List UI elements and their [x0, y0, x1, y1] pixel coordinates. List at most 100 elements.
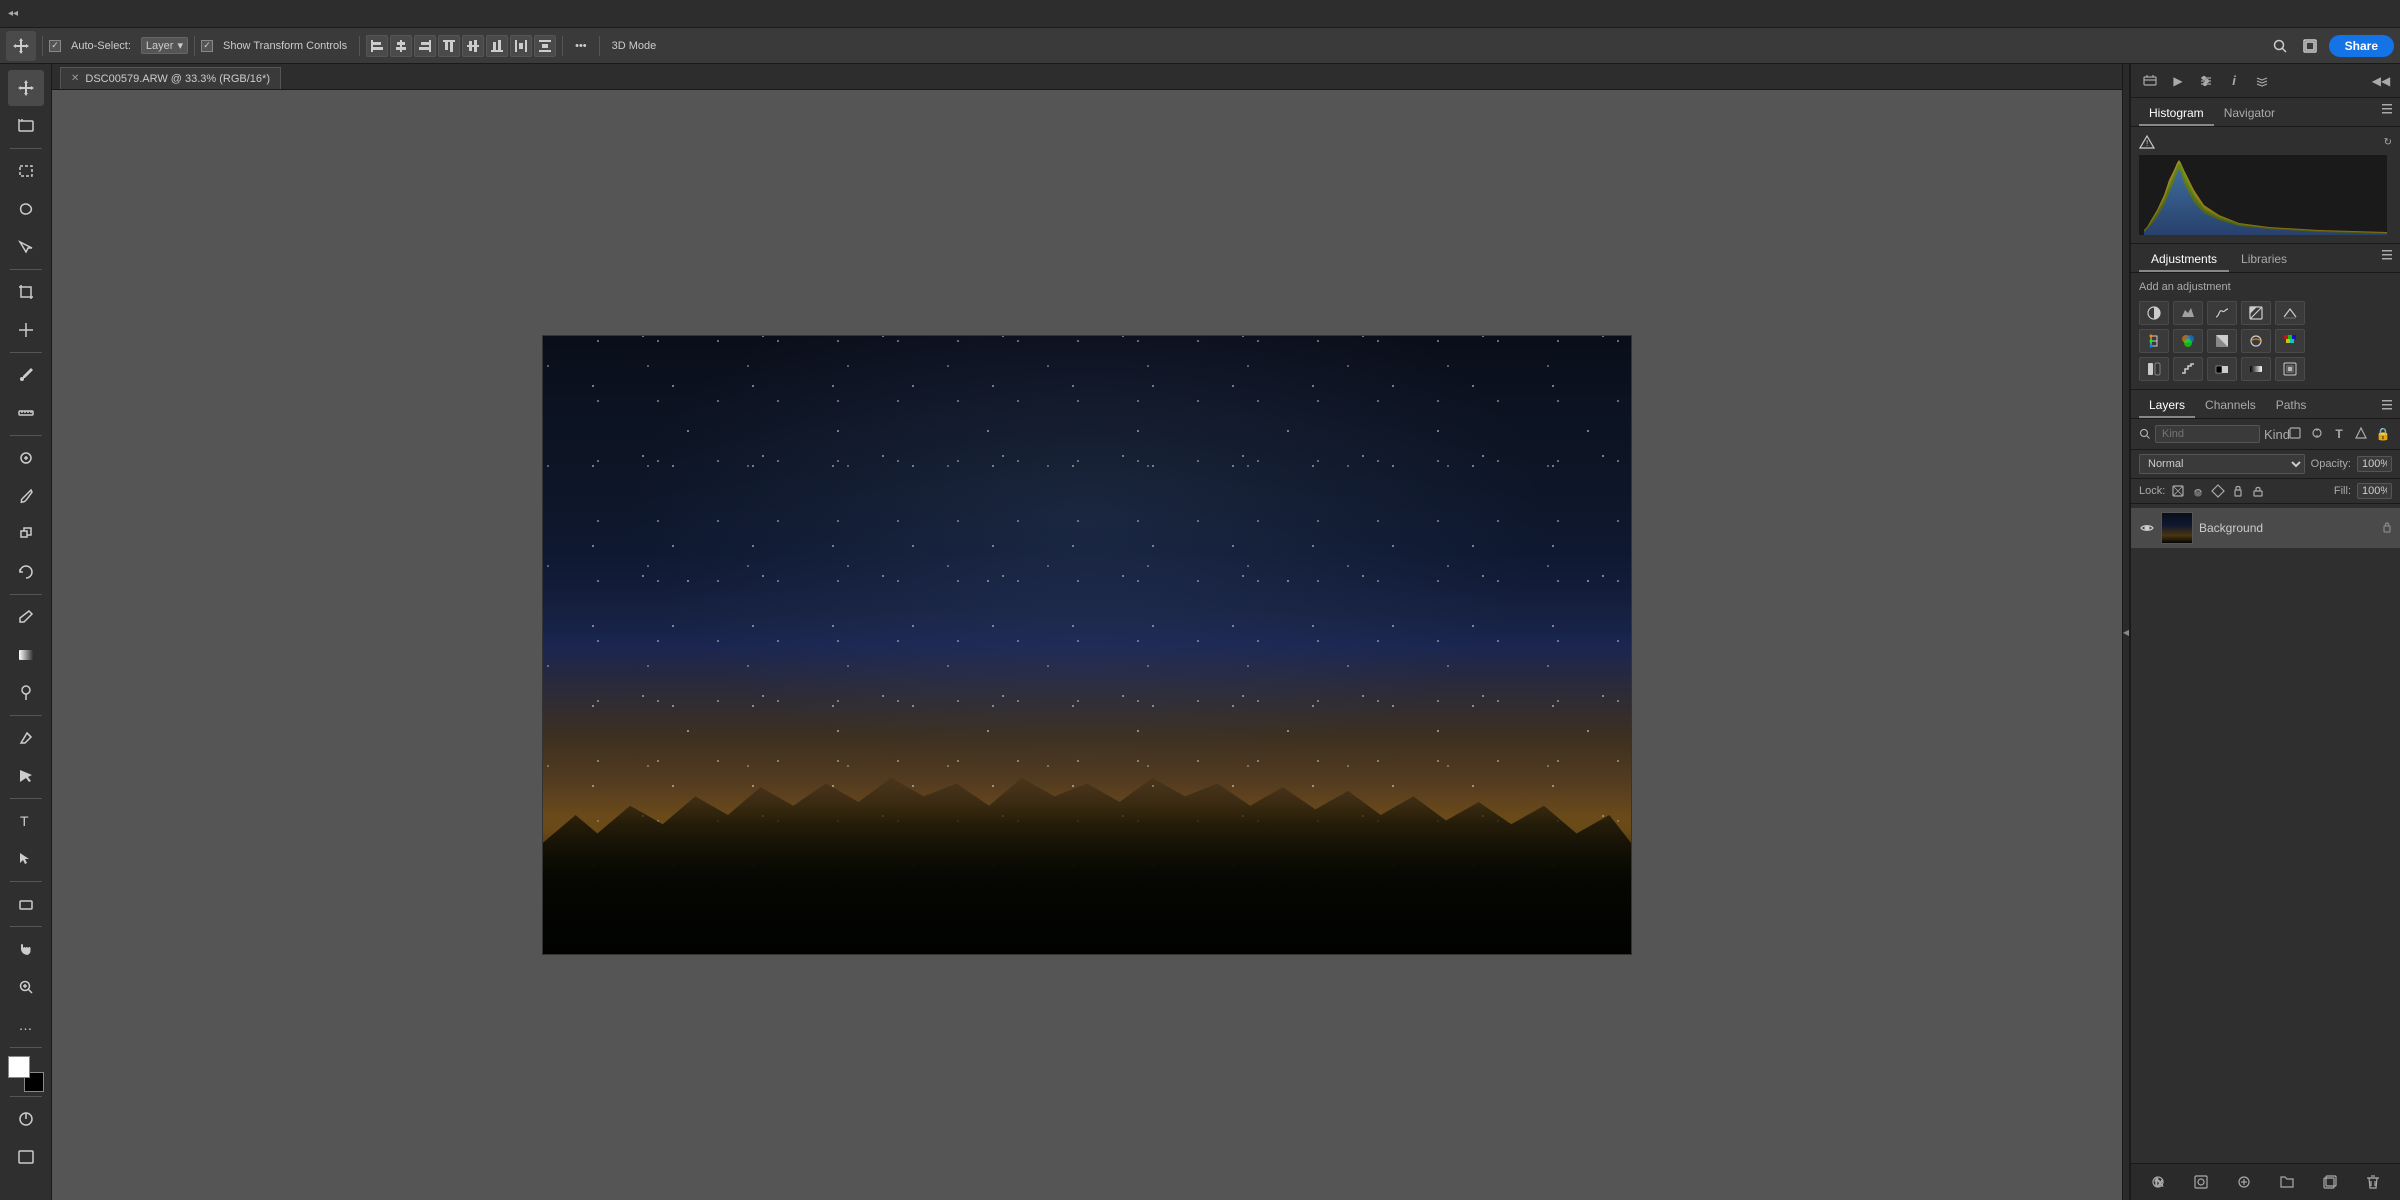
window-collapse[interactable]: ◂◂: [8, 8, 18, 19]
text-filter-btn[interactable]: T: [2330, 427, 2348, 441]
clone-stamp-tool[interactable]: [8, 516, 44, 552]
panel-expand-btn[interactable]: ◀◀: [2370, 70, 2392, 92]
align-left[interactable]: [366, 35, 388, 57]
navigator-tab[interactable]: Navigator: [2214, 102, 2285, 126]
lasso-tool[interactable]: [8, 191, 44, 227]
bw-btn[interactable]: [2207, 329, 2237, 353]
slice-tool[interactable]: [8, 312, 44, 348]
rect-marquee-tool[interactable]: [8, 153, 44, 189]
crop-tool[interactable]: [8, 274, 44, 310]
hsl-btn[interactable]: [2139, 329, 2169, 353]
adjustments-tab[interactable]: Adjustments: [2139, 248, 2229, 272]
dodge-tool[interactable]: [8, 675, 44, 711]
eyedropper-tool[interactable]: [8, 357, 44, 393]
hist-menu-btn[interactable]: [2382, 102, 2392, 126]
toolbar-move-icon[interactable]: [6, 31, 36, 61]
ruler-tool[interactable]: [8, 395, 44, 431]
auto-select-checkbox[interactable]: ✓: [49, 40, 61, 52]
lock-artboard-btn[interactable]: [2231, 484, 2245, 498]
layer-dropdown[interactable]: Layer ▾: [141, 37, 188, 54]
adj-filter-btn[interactable]: [2308, 426, 2326, 443]
quick-mask-btn[interactable]: [8, 1101, 44, 1137]
dist-h[interactable]: [510, 35, 532, 57]
screen-mode-tool[interactable]: [8, 1139, 44, 1175]
invert-btn[interactable]: [2139, 357, 2169, 381]
refresh-histogram-btn[interactable]: ↻: [2384, 137, 2392, 148]
delete-layer-btn[interactable]: [2361, 1170, 2385, 1194]
more-options-btn[interactable]: •••: [569, 37, 593, 55]
lock-transparent-btn[interactable]: [2171, 484, 2185, 498]
lock-position-btn[interactable]: [2211, 484, 2225, 498]
path-select-tool[interactable]: [8, 758, 44, 794]
selective-color-btn[interactable]: [2275, 357, 2305, 381]
blend-mode-select[interactable]: Normal: [2139, 454, 2305, 474]
transform-checkbox[interactable]: ✓: [201, 40, 213, 52]
levels-btn[interactable]: [2173, 301, 2203, 325]
eraser-tool[interactable]: [8, 599, 44, 635]
exposure-btn[interactable]: [2241, 301, 2271, 325]
posterize-btn[interactable]: [2173, 357, 2203, 381]
paths-tab[interactable]: Paths: [2266, 394, 2317, 418]
new-group-btn[interactable]: [2275, 1170, 2299, 1194]
opacity-input[interactable]: [2357, 456, 2392, 472]
move-tool[interactable]: [8, 70, 44, 106]
search-btn[interactable]: [2269, 35, 2291, 57]
foreground-color-swatch[interactable]: [8, 1056, 30, 1078]
panel-layers-btn[interactable]: [2251, 70, 2273, 92]
gradient-map-btn[interactable]: [2241, 357, 2271, 381]
new-layer-btn[interactable]: [2318, 1170, 2342, 1194]
pen-tool[interactable]: [8, 720, 44, 756]
histogram-tab[interactable]: Histogram: [2139, 102, 2214, 126]
smart-filter-btn[interactable]: 🔒: [2374, 427, 2392, 441]
adj-menu-btn[interactable]: [2382, 248, 2392, 272]
3d-mode-btn[interactable]: 3D Mode: [606, 37, 663, 55]
direct-select-tool[interactable]: [8, 841, 44, 877]
panel-sliders-btn[interactable]: [2195, 70, 2217, 92]
text-tool[interactable]: T: [8, 803, 44, 839]
layer-search-input[interactable]: [2155, 425, 2260, 443]
channel-mixer-btn[interactable]: [2275, 329, 2305, 353]
spot-heal-tool[interactable]: [8, 440, 44, 476]
libraries-tab[interactable]: Libraries: [2229, 248, 2299, 272]
align-center-h[interactable]: [390, 35, 412, 57]
add-mask-btn[interactable]: [2189, 1170, 2213, 1194]
panel-play-btn[interactable]: ▶: [2167, 70, 2189, 92]
tab-close-btn[interactable]: ✕: [71, 73, 79, 84]
align-top[interactable]: [438, 35, 460, 57]
document-tab[interactable]: ✕ DSC00579.ARW @ 33.3% (RGB/16*): [60, 67, 281, 89]
layer-visibility-btn[interactable]: [2139, 521, 2155, 536]
layers-menu-btn[interactable]: [2382, 398, 2392, 415]
lock-pixels-btn[interactable]: [2191, 484, 2205, 498]
photo-filter-btn[interactable]: [2241, 329, 2271, 353]
panel-info-btn[interactable]: i: [2223, 70, 2245, 92]
object-select-tool[interactable]: [8, 229, 44, 265]
pixel-filter-btn[interactable]: [2286, 426, 2304, 443]
brush-tool[interactable]: [8, 478, 44, 514]
shape-filter-btn[interactable]: [2352, 426, 2370, 443]
panel-search-btn[interactable]: [2139, 70, 2161, 92]
align-right[interactable]: [414, 35, 436, 57]
align-bottom[interactable]: [486, 35, 508, 57]
dist-v[interactable]: [534, 35, 556, 57]
vibrance-btn[interactable]: [2275, 301, 2305, 325]
hand-tool[interactable]: [8, 931, 44, 967]
artboard-tool[interactable]: [8, 108, 44, 144]
panel-collapse-strip[interactable]: ◀: [2122, 64, 2130, 1200]
threshold-btn[interactable]: [2207, 357, 2237, 381]
lock-all-btn[interactable]: [2251, 484, 2265, 498]
color-swatches[interactable]: [8, 1056, 44, 1092]
zoom-tool[interactable]: [8, 969, 44, 1005]
gradient-tool[interactable]: [8, 637, 44, 673]
screen-mode-btn[interactable]: [2299, 35, 2321, 57]
more-tools-btn[interactable]: …: [8, 1007, 44, 1043]
color-balance-btn[interactable]: [2173, 329, 2203, 353]
new-fill-adj-btn[interactable]: [2232, 1170, 2256, 1194]
history-brush-tool[interactable]: [8, 554, 44, 590]
align-center-v[interactable]: [462, 35, 484, 57]
layers-tab[interactable]: Layers: [2139, 394, 2195, 418]
canvas-viewport[interactable]: [52, 90, 2122, 1200]
shape-tool[interactable]: [8, 886, 44, 922]
channels-tab[interactable]: Channels: [2195, 394, 2266, 418]
share-button[interactable]: Share: [2329, 35, 2394, 57]
layer-item-background[interactable]: Background: [2131, 508, 2400, 548]
